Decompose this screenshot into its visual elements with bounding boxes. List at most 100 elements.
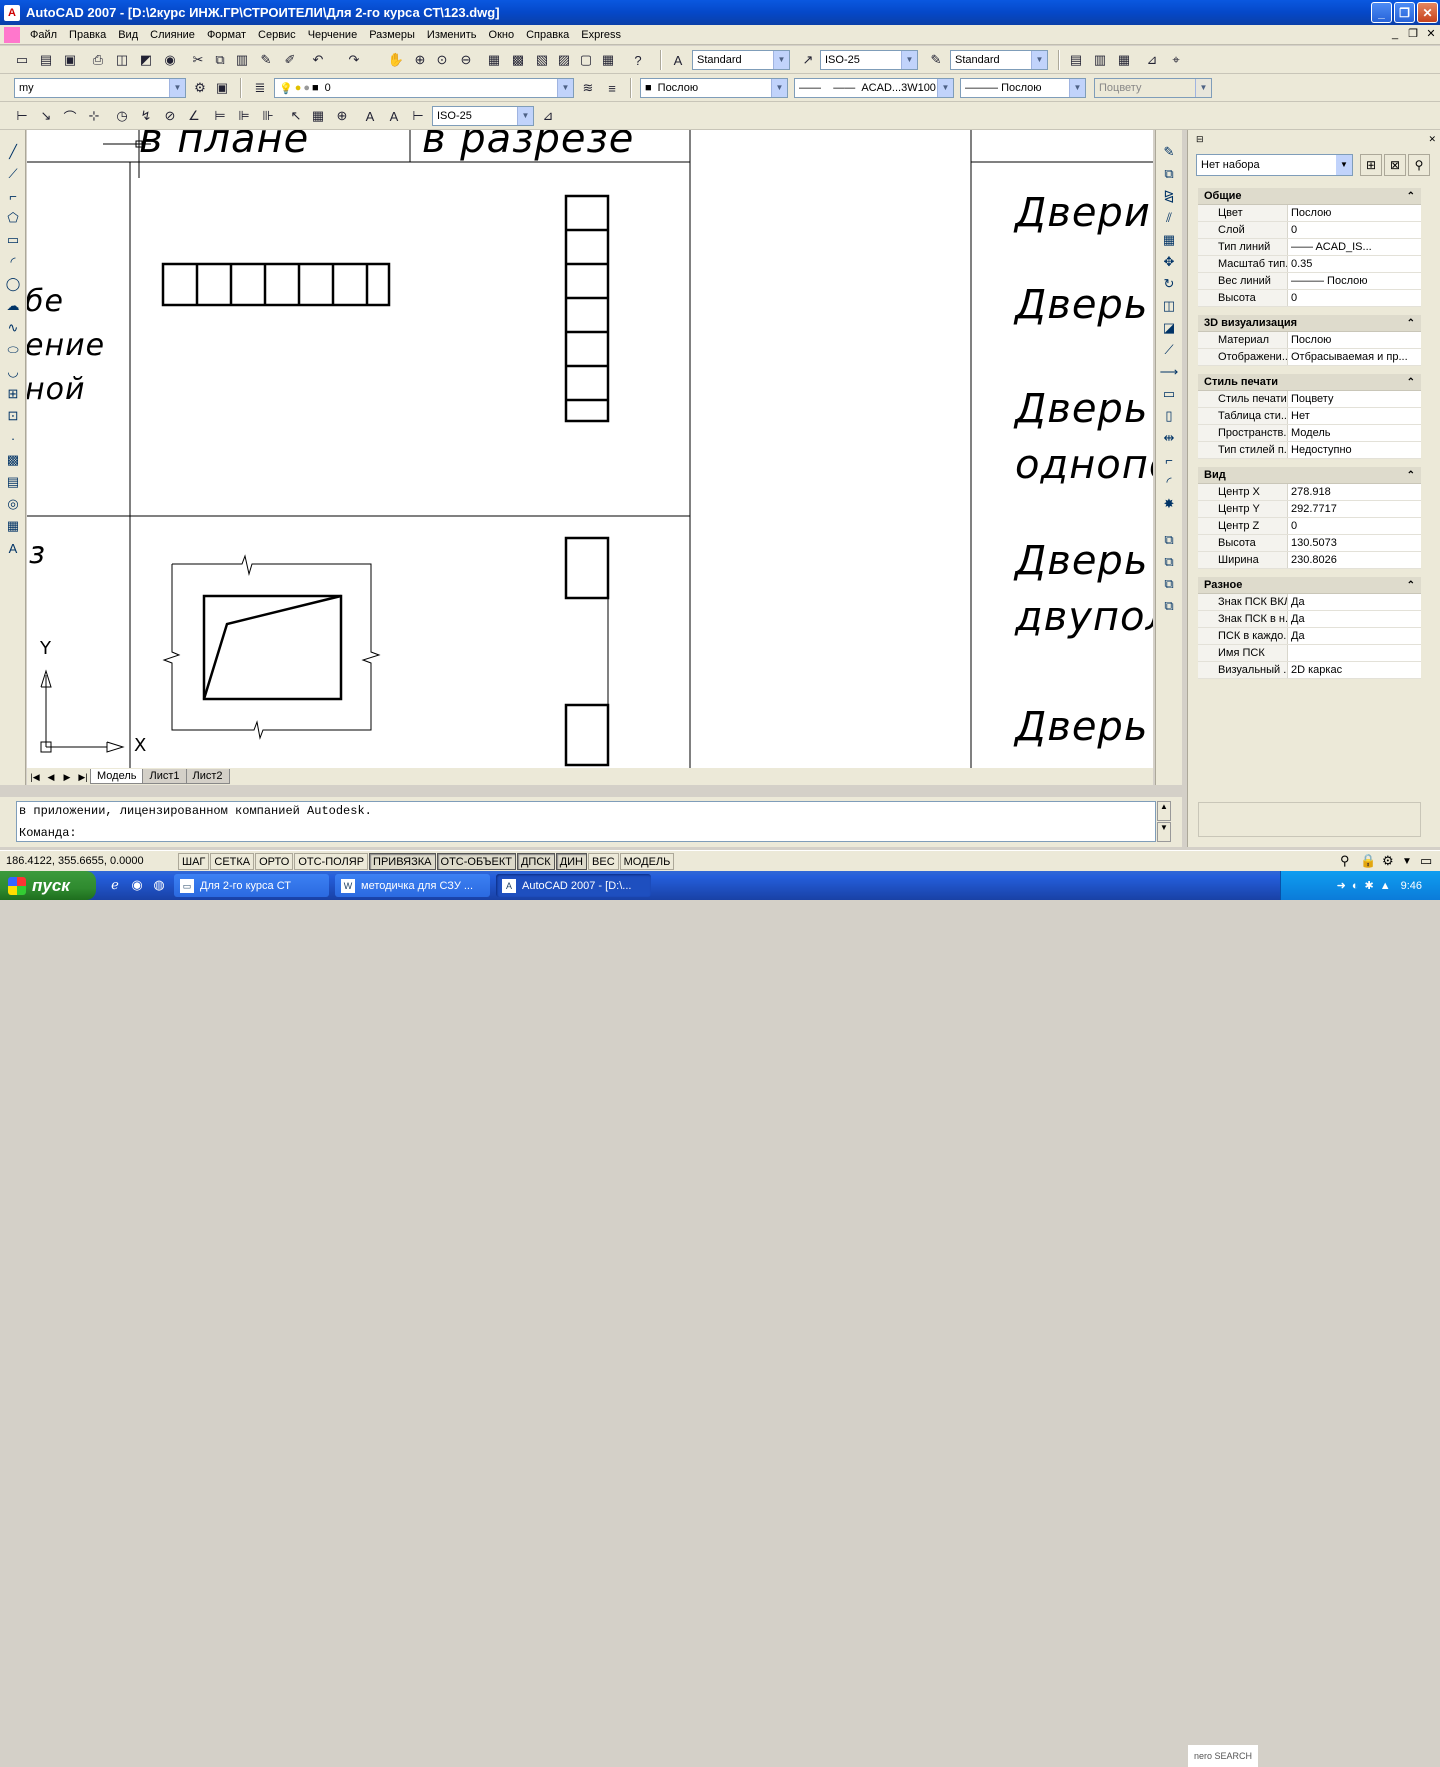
menu-tools[interactable]: Сервис bbox=[252, 29, 302, 41]
property-value[interactable]: 292.7717 bbox=[1288, 501, 1421, 517]
redo-icon[interactable]: ↷ bbox=[344, 50, 364, 70]
design-center-icon[interactable]: ▩ bbox=[508, 50, 528, 70]
make-block-icon[interactable]: ⊡ bbox=[3, 406, 23, 426]
collapse-icon[interactable]: ⌃ bbox=[1407, 467, 1415, 484]
property-row[interactable]: Знак ПСК ВКЛ Да bbox=[1198, 594, 1421, 611]
property-value[interactable]: 0 bbox=[1288, 290, 1421, 306]
table-icon[interactable]: ▦ bbox=[3, 516, 23, 536]
menu-merge[interactable]: Слияние bbox=[144, 29, 201, 41]
property-value[interactable] bbox=[1288, 645, 1421, 661]
hatch-icon[interactable]: ▩ bbox=[3, 450, 23, 470]
tray-arrow-icon[interactable]: ➜ bbox=[1337, 879, 1346, 892]
spline-icon[interactable]: ∿ bbox=[3, 318, 23, 338]
menu-modify[interactable]: Изменить bbox=[421, 29, 483, 41]
region-icon[interactable]: ◎ bbox=[3, 494, 23, 514]
copy-icon[interactable]: ⧉ bbox=[210, 50, 230, 70]
tray-antivirus-icon[interactable]: ✱ bbox=[1364, 879, 1373, 892]
dim-style-select[interactable]: ISO-25 ▼ bbox=[820, 50, 918, 70]
property-row[interactable]: Тип стилей п... Недоступно bbox=[1198, 442, 1421, 459]
arc-icon[interactable]: ◜ bbox=[3, 252, 23, 272]
rotate-icon[interactable]: ↻ bbox=[1159, 274, 1179, 294]
dyn-toggle[interactable]: ДИН bbox=[555, 852, 588, 870]
tool-palettes-icon[interactable]: ▧ bbox=[532, 50, 552, 70]
palette-minimize-icon[interactable]: ⊟ bbox=[1196, 134, 1204, 144]
new-file-icon[interactable]: ▭ bbox=[12, 50, 32, 70]
layer-select[interactable]: 💡 ● ● ■ 0 ▼ bbox=[274, 78, 574, 98]
stretch-icon[interactable]: ◪ bbox=[1159, 318, 1179, 338]
help-icon[interactable]: ? bbox=[628, 50, 648, 70]
ordinate-dimension-icon[interactable]: ⊹ bbox=[84, 106, 104, 126]
line-icon[interactable]: ╱ bbox=[3, 142, 23, 162]
menu-window[interactable]: Окно bbox=[483, 29, 521, 41]
last-tab-button[interactable]: ▶| bbox=[75, 770, 91, 784]
doc-close-button[interactable]: ✕ bbox=[1424, 28, 1438, 42]
clean-screen-icon[interactable]: ▭ bbox=[1420, 853, 1432, 869]
task-folder[interactable]: ▭ Для 2-го курса СТ bbox=[174, 874, 329, 897]
jogged-dimension-icon[interactable]: ↯ bbox=[136, 106, 156, 126]
zoom-realtime-icon[interactable]: ⊕ bbox=[410, 50, 430, 70]
quick-leader-icon[interactable]: ↖ bbox=[286, 106, 306, 126]
property-value[interactable]: 0.35 bbox=[1288, 256, 1421, 272]
view-icon[interactable]: ▥ bbox=[1090, 50, 1110, 70]
tray-network-icon[interactable]: ◐ bbox=[1352, 880, 1359, 892]
rectangle-icon[interactable]: ▭ bbox=[3, 230, 23, 250]
command-text-area[interactable]: в приложении, лицензированном компанией … bbox=[16, 801, 1156, 842]
property-row[interactable]: Таблица сти... Нет bbox=[1198, 408, 1421, 425]
lineweight-select[interactable]: ——— Послою ▼ bbox=[960, 78, 1086, 98]
cursor-coordinates[interactable]: 186.4122, 355.6655, 0.0000 bbox=[0, 855, 178, 867]
cut-icon[interactable]: ✂ bbox=[188, 50, 208, 70]
sheet-set-icon[interactable]: ▨ bbox=[554, 50, 574, 70]
publish-icon[interactable]: ◩ bbox=[136, 50, 156, 70]
property-value[interactable]: Отбрасываемая и пр... bbox=[1288, 349, 1421, 365]
named-views-icon[interactable]: ▤ bbox=[1066, 50, 1086, 70]
aligned-dimension-icon[interactable]: ↘ bbox=[36, 106, 56, 126]
scale-icon[interactable]: ◫ bbox=[1159, 296, 1179, 316]
property-value[interactable]: Да bbox=[1288, 594, 1421, 610]
draw-order-under-icon[interactable]: ⧉ bbox=[1159, 596, 1179, 616]
lwt-toggle[interactable]: ВЕС bbox=[588, 852, 619, 870]
draw-order-front-icon[interactable]: ⧉ bbox=[1159, 530, 1179, 550]
property-value[interactable]: Да bbox=[1288, 628, 1421, 644]
radius-dimension-icon[interactable]: ◷ bbox=[112, 106, 132, 126]
command-scroll-up[interactable]: ▲ bbox=[1157, 801, 1171, 821]
construction-line-icon[interactable]: ⟋ bbox=[3, 164, 23, 184]
dim-style-icon[interactable]: ↗ bbox=[798, 50, 818, 70]
property-value[interactable]: Да bbox=[1288, 611, 1421, 627]
property-row[interactable]: Центр X 278.918 bbox=[1198, 484, 1421, 501]
property-row[interactable]: Высота 130.5073 bbox=[1198, 535, 1421, 552]
revision-cloud-icon[interactable]: ☁ bbox=[3, 296, 23, 316]
insert-block-icon[interactable]: ⊞ bbox=[3, 384, 23, 404]
otrack-toggle[interactable]: ОТС-ОБЪЕКТ bbox=[436, 852, 516, 870]
zoom-previous-icon[interactable]: ⊖ bbox=[456, 50, 476, 70]
linetype-select[interactable]: —— —— ACAD...3W100 ▼ bbox=[794, 78, 954, 98]
multiline-text-icon[interactable]: A bbox=[3, 538, 23, 558]
tab-model[interactable]: Модель bbox=[90, 769, 144, 784]
property-row[interactable]: Цвет Послою bbox=[1198, 205, 1421, 222]
collapse-icon[interactable]: ⌃ bbox=[1407, 374, 1415, 391]
clock[interactable]: 9:46 bbox=[1401, 880, 1422, 892]
workspace-save-icon[interactable]: ▣ bbox=[212, 78, 232, 98]
start-button[interactable]: пуск bbox=[0, 871, 96, 900]
prev-tab-button[interactable]: ◀ bbox=[43, 770, 59, 784]
palette-close-icon[interactable]: ✕ bbox=[1428, 134, 1436, 145]
table-style-select[interactable]: Standard ▼ bbox=[950, 50, 1048, 70]
snap-toggle[interactable]: ШАГ bbox=[178, 852, 210, 870]
doc-restore-button[interactable]: ❐ bbox=[1406, 28, 1420, 42]
dimension-edit-icon[interactable]: A bbox=[360, 106, 380, 126]
property-row[interactable]: Пространств... Модель bbox=[1198, 425, 1421, 442]
select-objects-icon[interactable]: ⊠ bbox=[1384, 154, 1406, 176]
property-value[interactable]: 0 bbox=[1288, 518, 1421, 534]
layer-states-icon[interactable]: ▦ bbox=[1114, 50, 1134, 70]
trim-icon[interactable]: ⟋ bbox=[1159, 340, 1179, 360]
ucs-icon[interactable]: ⊿ bbox=[1142, 50, 1162, 70]
collapse-icon[interactable]: ⌃ bbox=[1407, 315, 1415, 332]
property-row[interactable]: Центр Y 292.7717 bbox=[1198, 501, 1421, 518]
point-icon[interactable]: · bbox=[3, 428, 23, 448]
close-button[interactable]: ✕ bbox=[1417, 2, 1438, 23]
property-value[interactable]: —— ACAD_IS... bbox=[1288, 239, 1421, 255]
menu-help[interactable]: Справка bbox=[520, 29, 575, 41]
property-row[interactable]: Тип линий —— ACAD_IS... bbox=[1198, 239, 1421, 256]
offset-icon[interactable]: ⫽ bbox=[1159, 208, 1179, 228]
dimension-text-edit-icon[interactable]: A bbox=[384, 106, 404, 126]
center-mark-icon[interactable]: ⊕ bbox=[332, 106, 352, 126]
